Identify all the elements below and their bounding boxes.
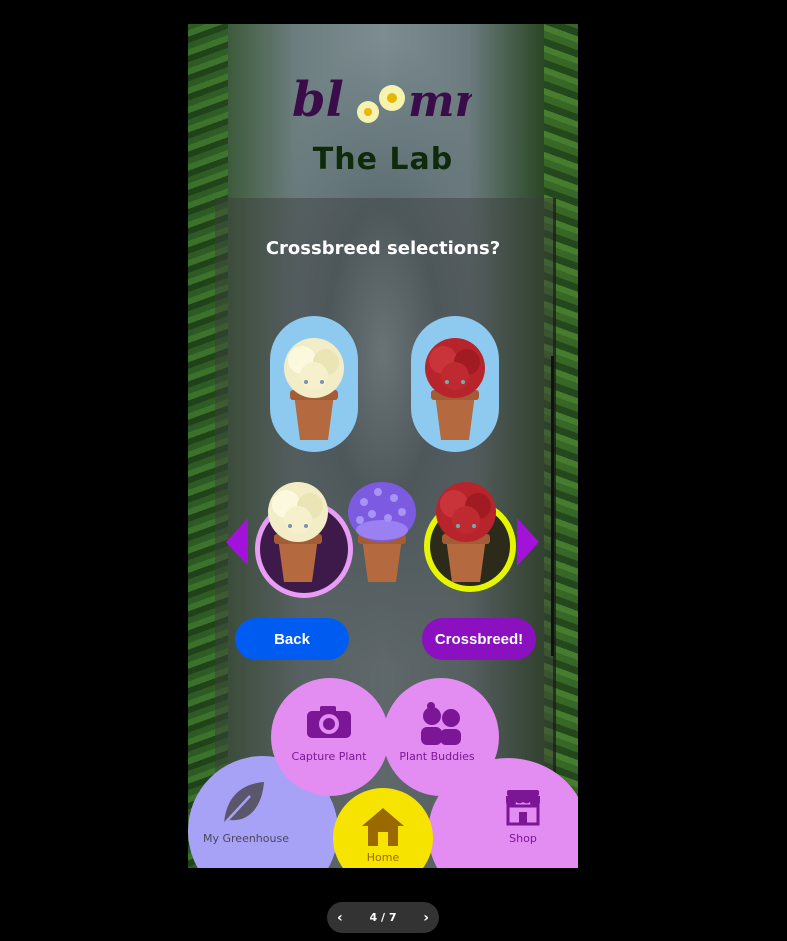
svg-text:mr: mr <box>408 76 472 127</box>
red-rose-icon <box>425 338 485 440</box>
nav-buddies-label: Plant Buddies <box>399 750 475 763</box>
crossbreed-question: Crossbreed selections? <box>265 238 501 259</box>
chevron-right-icon[interactable]: › <box>423 910 429 926</box>
selection-slot-1[interactable] <box>270 316 358 452</box>
crossbreed-button[interactable]: Crossbreed! <box>422 618 536 660</box>
slide-pager: ‹ 4 / 7 › <box>327 902 439 933</box>
daisy-icon <box>357 85 405 123</box>
page-title: The Lab <box>312 142 454 177</box>
app-screen: bl mr The Lab Crossbreed selections? Bac… <box>188 24 578 868</box>
carousel-prev-arrow[interactable] <box>226 518 248 566</box>
scrollbar[interactable] <box>551 356 554 656</box>
page-indicator: 4 / 7 <box>369 911 397 924</box>
carousel-next-arrow[interactable] <box>517 518 539 566</box>
shop-icon <box>506 790 540 826</box>
plant-buddies-icon <box>421 702 461 745</box>
nav-capture-label: Capture Plant <box>291 750 367 763</box>
cream-rose-icon <box>284 338 344 440</box>
nav-shop-label: Shop <box>509 832 537 845</box>
camera-icon <box>307 706 351 738</box>
chevron-left-icon[interactable]: ‹ <box>337 910 343 926</box>
cream-rose-icon <box>268 482 328 582</box>
nav-greenhouse-label: My Greenhouse <box>203 832 289 845</box>
selection-slot-2[interactable] <box>411 316 499 452</box>
bloomr-logo: bl mr <box>292 72 472 128</box>
red-rose-icon <box>436 482 496 582</box>
leaf-icon <box>223 782 264 825</box>
back-button[interactable]: Back <box>235 618 349 660</box>
nav-home-label: Home <box>366 851 400 864</box>
home-icon <box>362 808 404 846</box>
purple-hyacinth-icon[interactable] <box>342 478 422 586</box>
svg-text:bl: bl <box>292 72 344 128</box>
